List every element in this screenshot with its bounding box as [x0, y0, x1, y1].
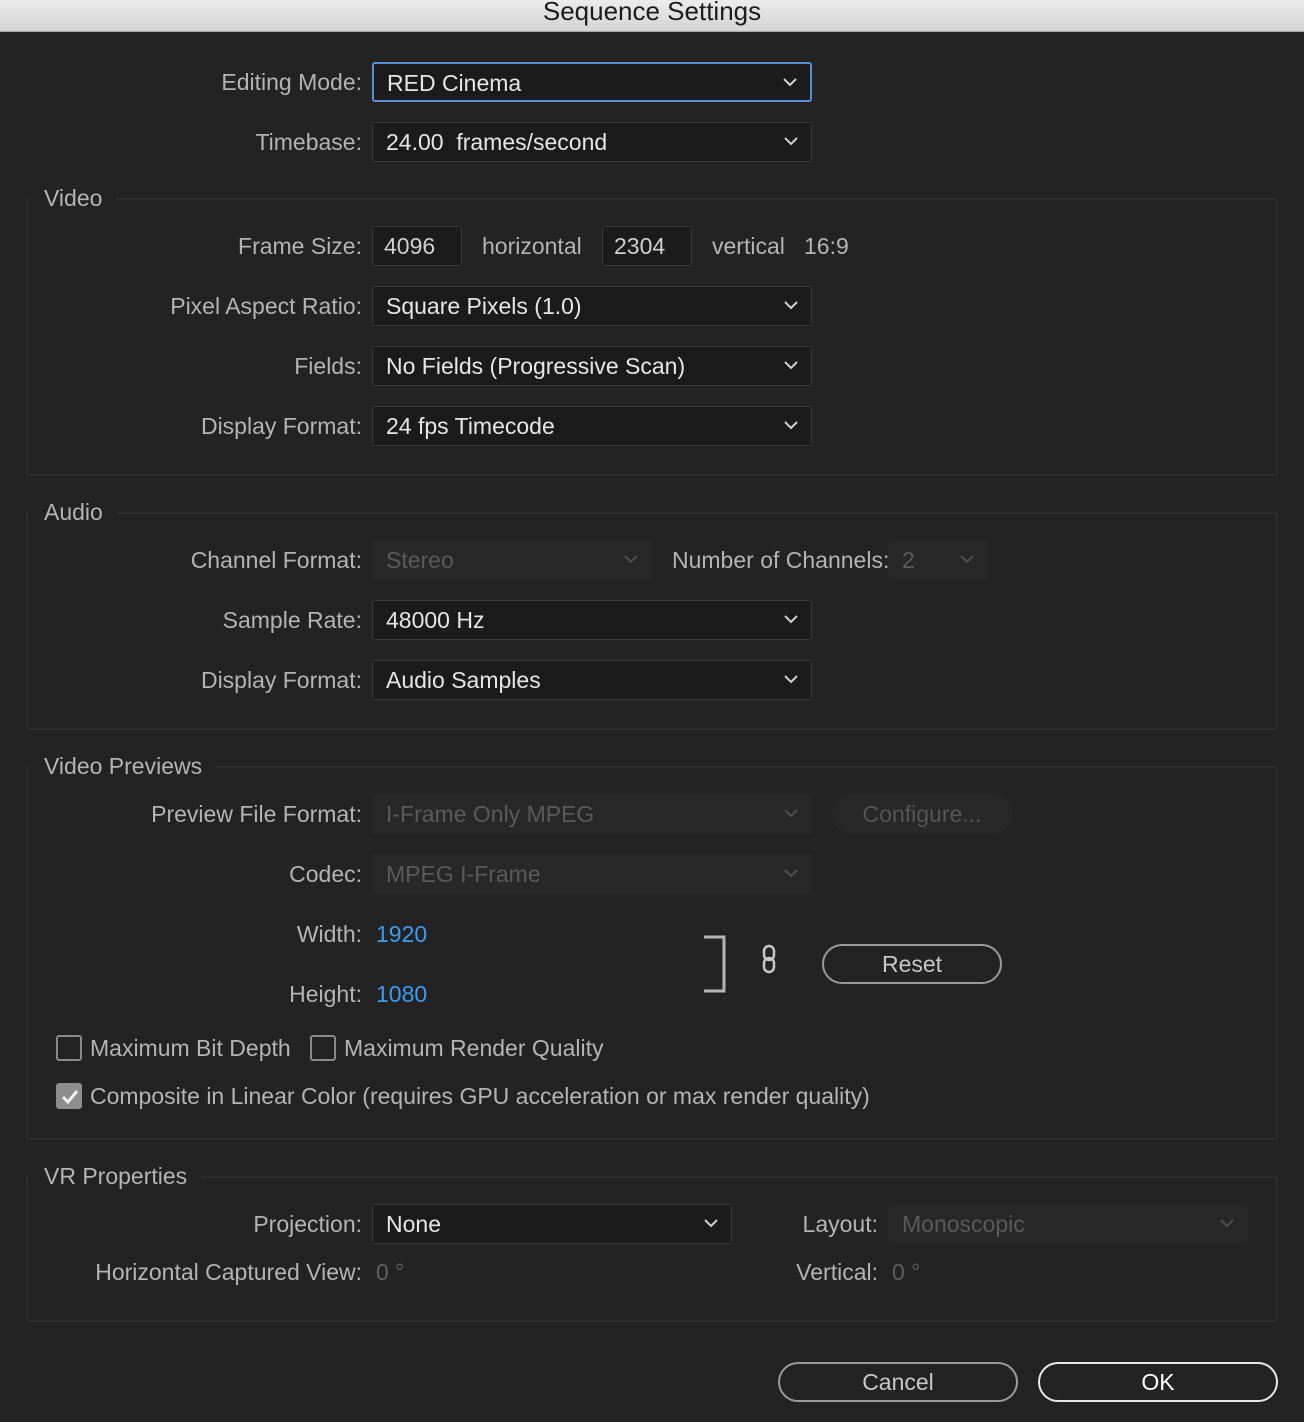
chevron-down-icon — [784, 301, 798, 310]
width-label: Width: — [296, 921, 362, 947]
video-display-format-label: Display Format: — [200, 413, 362, 439]
audio-display-format-value: Audio Samples — [386, 667, 541, 693]
audio-display-format-dropdown[interactable]: Audio Samples — [372, 660, 812, 700]
dimension-bracket-icon — [704, 935, 726, 993]
chevron-down-icon — [784, 675, 798, 684]
vr-properties-group — [26, 1176, 1278, 1322]
vertical-label: vertical — [712, 233, 785, 259]
video-display-format-value: 24 fps Timecode — [386, 413, 555, 439]
number-of-channels-value: 2 — [902, 547, 915, 573]
preview-file-format-label: Preview File Format: — [151, 801, 362, 827]
horizontal-label: horizontal — [482, 233, 582, 259]
chevron-down-icon — [784, 421, 798, 430]
fields-dropdown[interactable]: No Fields (Progressive Scan) — [372, 346, 812, 386]
height-label: Height: — [289, 981, 362, 1007]
chevron-down-icon — [784, 361, 798, 370]
video-display-format-dropdown[interactable]: 24 fps Timecode — [372, 406, 812, 446]
chevron-down-icon — [784, 869, 798, 878]
codec-value: MPEG I-Frame — [386, 861, 541, 887]
codec-label: Codec: — [289, 861, 362, 887]
sample-rate-dropdown[interactable]: 48000 Hz — [372, 600, 812, 640]
title-bar: Sequence Settings — [0, 0, 1304, 32]
chevron-down-icon — [784, 615, 798, 624]
reset-button[interactable]: Reset — [822, 944, 1002, 984]
checkmark-icon — [61, 1090, 79, 1105]
configure-button[interactable]: Configure... — [832, 794, 1012, 834]
aspect-ratio-text: 16:9 — [804, 233, 849, 259]
horizontal-captured-view-value[interactable]: 0 ° — [376, 1257, 404, 1287]
layout-label: Layout: — [802, 1211, 878, 1237]
chevron-down-icon — [960, 555, 974, 564]
chevron-down-icon — [784, 809, 798, 818]
audio-display-format-label: Display Format: — [200, 667, 362, 693]
frame-height-value: 2304 — [614, 233, 666, 259]
chevron-down-icon — [624, 555, 638, 564]
channel-format-label: Channel Format: — [190, 547, 362, 573]
layout-dropdown[interactable]: Monoscopic — [888, 1204, 1248, 1244]
vr-properties-legend: VR Properties — [28, 1161, 202, 1191]
pixel-aspect-ratio-label: Pixel Aspect Ratio: — [170, 293, 362, 319]
chevron-down-icon — [784, 137, 798, 146]
cancel-button[interactable]: Cancel — [778, 1362, 1018, 1402]
pixel-aspect-ratio-value: Square Pixels (1.0) — [386, 293, 582, 319]
vr-vertical-value[interactable]: 0 ° — [892, 1257, 920, 1287]
chevron-down-icon — [783, 78, 797, 87]
sample-rate-label: Sample Rate: — [222, 607, 362, 633]
window-title: Sequence Settings — [542, 0, 762, 26]
ok-button[interactable]: OK — [1038, 1362, 1278, 1402]
audio-legend: Audio — [28, 497, 117, 527]
vr-vertical-label: Vertical: — [796, 1259, 878, 1285]
fields-label: Fields: — [294, 353, 362, 379]
layout-value: Monoscopic — [902, 1211, 1025, 1237]
frame-size-label: Frame Size: — [238, 233, 362, 259]
linear-color-label: Composite in Linear Color (requires GPU … — [90, 1083, 870, 1109]
max-render-quality-label: Maximum Render Quality — [344, 1035, 604, 1061]
height-value[interactable]: 1080 — [376, 979, 427, 1009]
video-legend: Video — [28, 183, 117, 213]
editing-mode-dropdown[interactable]: RED Cinema — [372, 62, 812, 102]
channel-format-value: Stereo — [386, 547, 454, 573]
chevron-down-icon — [1220, 1219, 1234, 1228]
codec-dropdown[interactable]: MPEG I-Frame — [372, 854, 812, 894]
number-of-channels-dropdown[interactable]: 2 — [888, 540, 988, 580]
linear-color-checkbox[interactable] — [56, 1083, 82, 1109]
frame-height-field[interactable]: 2304 — [602, 226, 692, 266]
timebase-dropdown[interactable]: 24.00 frames/second — [372, 122, 812, 162]
projection-value: None — [386, 1211, 441, 1237]
number-of-channels-label: Number of Channels: — [672, 547, 890, 573]
projection-label: Projection: — [253, 1211, 362, 1237]
pixel-aspect-ratio-dropdown[interactable]: Square Pixels (1.0) — [372, 286, 812, 326]
max-render-quality-checkbox[interactable] — [310, 1035, 336, 1061]
preview-file-format-dropdown[interactable]: I-Frame Only MPEG — [372, 794, 812, 834]
timebase-value: 24.00 frames/second — [386, 129, 608, 155]
projection-dropdown[interactable]: None — [372, 1204, 732, 1244]
editing-mode-value: RED Cinema — [387, 70, 522, 96]
max-bit-depth-label: Maximum Bit Depth — [90, 1035, 291, 1061]
sample-rate-value: 48000 Hz — [386, 607, 485, 633]
editing-mode-label: Editing Mode: — [221, 69, 362, 95]
video-previews-legend: Video Previews — [28, 751, 217, 781]
horizontal-captured-view-label: Horizontal Captured View: — [95, 1259, 362, 1285]
link-icon[interactable] — [758, 942, 782, 978]
channel-format-dropdown[interactable]: Stereo — [372, 540, 652, 580]
timebase-label: Timebase: — [255, 129, 362, 155]
max-bit-depth-checkbox[interactable] — [56, 1035, 82, 1061]
frame-width-value: 4096 — [384, 233, 436, 259]
width-value[interactable]: 1920 — [376, 919, 427, 949]
preview-file-format-value: I-Frame Only MPEG — [386, 801, 595, 827]
frame-width-field[interactable]: 4096 — [372, 226, 462, 266]
fields-value: No Fields (Progressive Scan) — [386, 353, 686, 379]
